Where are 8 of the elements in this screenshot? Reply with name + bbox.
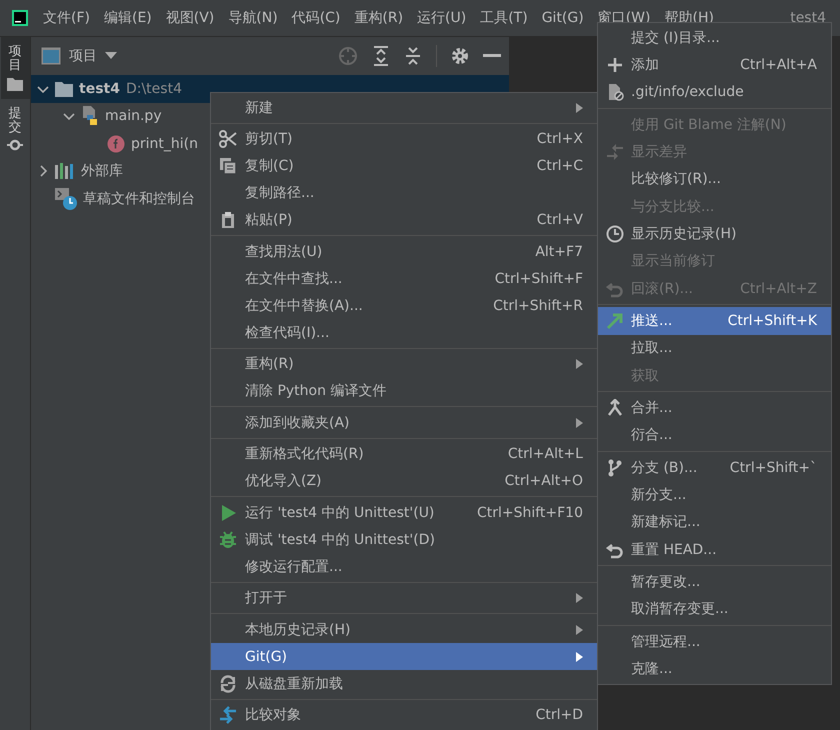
tree-label: test4 [79, 80, 120, 97]
tree-label: main.py [105, 108, 162, 124]
panel-title: 项目 [69, 47, 97, 65]
tree-label: print_hi(n [131, 136, 198, 152]
window-title: test4 [790, 10, 826, 26]
tree-label: 草稿文件和控制台 [83, 190, 195, 208]
tree-label: 外部库 [81, 162, 123, 180]
folder-path: D:\test4 [126, 80, 182, 97]
